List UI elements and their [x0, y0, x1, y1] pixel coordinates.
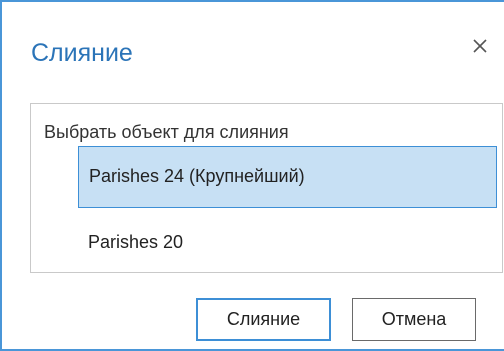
merge-target-panel: Выбрать объект для слияния Parishes 24 (…	[30, 103, 503, 273]
dialog-title: Слияние	[31, 39, 133, 67]
list-item-parishes-24[interactable]: Parishes 24 (Крупнейший)	[78, 146, 497, 208]
close-icon	[473, 39, 487, 53]
close-button[interactable]	[466, 32, 494, 60]
list-item-parishes-20[interactable]: Parishes 20	[78, 214, 497, 264]
merge-button[interactable]: Слияние	[196, 298, 331, 341]
list-item-label: Parishes 20	[88, 232, 184, 252]
merge-dialog: Слияние Выбрать объект для слияния Paris…	[0, 0, 504, 351]
panel-label: Выбрать объект для слияния	[44, 122, 289, 142]
cancel-button[interactable]: Отмена	[352, 298, 476, 341]
list-item-label: Parishes 24 (Крупнейший)	[89, 166, 305, 186]
